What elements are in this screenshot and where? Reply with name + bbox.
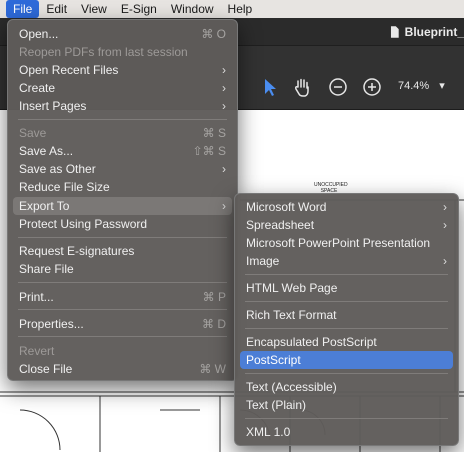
menubar-view[interactable]: View [74, 0, 114, 18]
menubar-edit[interactable]: Edit [39, 0, 74, 18]
chevron-right-icon: › [222, 99, 226, 113]
menu-separator [245, 274, 448, 275]
export-powerpoint[interactable]: Microsoft PowerPoint Presentation [240, 234, 453, 252]
menu-item-open[interactable]: Open... ⌘ O [13, 25, 232, 43]
file-menu: Open... ⌘ O Reopen PDFs from last sessio… [7, 19, 238, 381]
menu-separator [245, 301, 448, 302]
menu-separator [18, 309, 227, 310]
menubar-file[interactable]: File [6, 0, 40, 18]
menu-item-create[interactable]: Create › [13, 79, 232, 97]
pointer-icon[interactable] [260, 77, 280, 97]
chevron-down-icon: ▾ [439, 80, 445, 92]
menu-separator [18, 119, 227, 120]
document-tab[interactable]: Blueprint_ [386, 21, 464, 43]
export-postscript[interactable]: PostScript [240, 351, 453, 369]
menu-item-close-file[interactable]: Close File ⌘ W [13, 360, 232, 378]
export-text-plain[interactable]: Text (Plain) [240, 396, 453, 414]
document-tab-title: Blueprint_ [404, 25, 464, 39]
export-html[interactable]: HTML Web Page [240, 279, 453, 297]
shortcut-label: ⌘ S [202, 126, 226, 140]
shortcut-label: ⌘ O [201, 27, 226, 41]
menu-bar: File Edit View E-Sign Window Help [0, 0, 464, 18]
menu-separator [245, 328, 448, 329]
chevron-right-icon: › [443, 200, 447, 214]
document-icon [390, 26, 399, 38]
zoom-out-icon[interactable] [328, 77, 348, 97]
menu-item-reduce-file-size[interactable]: Reduce File Size [13, 178, 232, 196]
menu-separator [18, 336, 227, 337]
export-submenu: Microsoft Word › Spreadsheet › Microsoft… [234, 193, 459, 446]
chevron-right-icon: › [222, 63, 226, 77]
export-text-accessible[interactable]: Text (Accessible) [240, 378, 453, 396]
menu-item-share-file[interactable]: Share File [13, 260, 232, 278]
menu-item-reopen: Reopen PDFs from last session [19, 45, 188, 59]
zoom-value: 74.4% [398, 79, 430, 92]
export-microsoft-word[interactable]: Microsoft Word › [240, 198, 453, 216]
shortcut-label: ⇧⌘ S [192, 144, 226, 158]
menu-separator [18, 237, 227, 238]
chevron-right-icon: › [443, 254, 447, 268]
menu-item-protect-password[interactable]: Protect Using Password [13, 215, 232, 233]
shortcut-label: ⌘ W [199, 362, 226, 376]
shortcut-label: ⌘ P [202, 290, 226, 304]
export-rtf[interactable]: Rich Text Format [240, 306, 453, 324]
menubar-help[interactable]: Help [221, 0, 260, 18]
menu-item-save-as-other[interactable]: Save as Other › [13, 160, 232, 178]
menu-item-open-recent[interactable]: Open Recent Files › [13, 61, 232, 79]
export-xml[interactable]: XML 1.0 [240, 423, 453, 441]
zoom-dropdown[interactable]: 74.4% ▾ [398, 79, 445, 93]
menu-item-print[interactable]: Print... ⌘ P [13, 288, 232, 306]
menu-separator [245, 373, 448, 374]
chevron-right-icon: › [222, 199, 226, 213]
menubar-window[interactable]: Window [164, 0, 221, 18]
menu-item-save-as[interactable]: Save As... ⇧⌘ S [13, 142, 232, 160]
menu-item-request-esignatures[interactable]: Request E-signatures [13, 242, 232, 260]
zoom-in-icon[interactable] [362, 77, 382, 97]
menu-item-properties[interactable]: Properties... ⌘ D [13, 315, 232, 333]
hand-icon[interactable] [292, 77, 312, 97]
menu-item-insert-pages[interactable]: Insert Pages › [13, 97, 232, 115]
chevron-right-icon: › [222, 162, 226, 176]
menu-separator [245, 418, 448, 419]
menubar-esign[interactable]: E-Sign [114, 0, 164, 18]
menu-item-export-to[interactable]: Export To › [13, 197, 232, 215]
menu-item-revert: Revert [19, 344, 55, 358]
menu-separator [18, 282, 227, 283]
chevron-right-icon: › [222, 81, 226, 95]
chevron-right-icon: › [443, 218, 447, 232]
export-image[interactable]: Image › [240, 252, 453, 270]
export-spreadsheet[interactable]: Spreadsheet › [240, 216, 453, 234]
shortcut-label: ⌘ D [202, 317, 226, 331]
export-eps[interactable]: Encapsulated PostScript [240, 333, 453, 351]
menu-item-save: Save ⌘ S [19, 126, 226, 140]
